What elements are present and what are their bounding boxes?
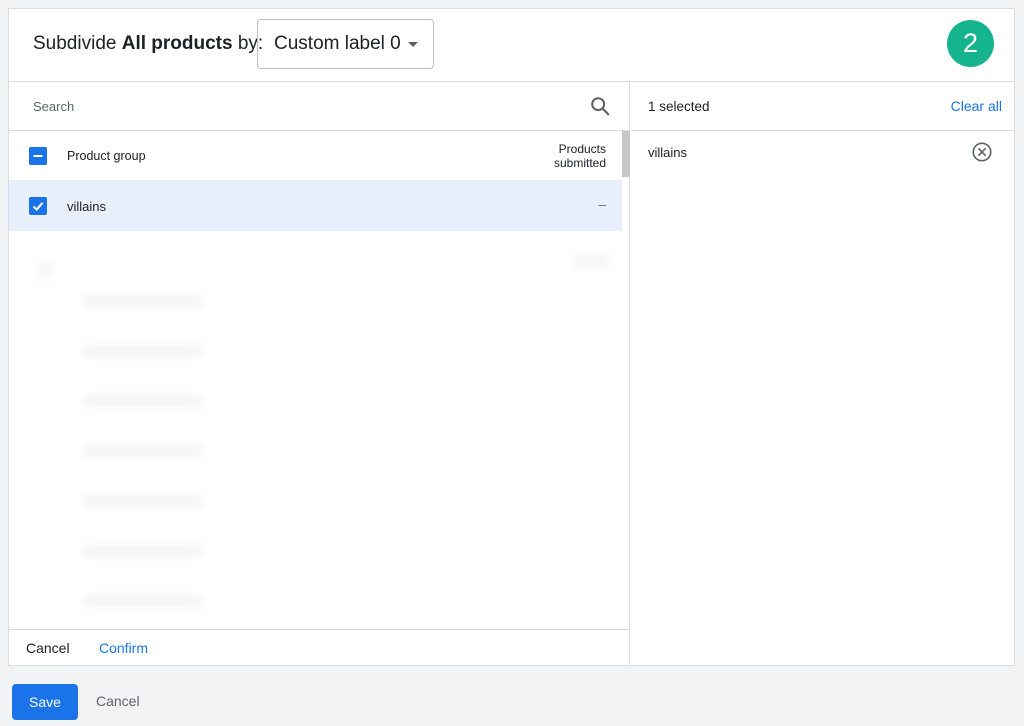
panel-footer: Cancel Confirm: [9, 629, 629, 666]
blurred-rows: [21, 242, 621, 626]
cancel-button[interactable]: Cancel: [96, 693, 140, 709]
title-scope: All products: [121, 33, 233, 54]
table-row[interactable]: villains –: [9, 181, 622, 231]
subdivide-dialog: Subdivide All products by: Custom label …: [8, 8, 1015, 666]
save-button[interactable]: Save: [12, 684, 78, 720]
indeterminate-icon: [33, 155, 43, 157]
dialog-header: Subdivide All products by: Custom label …: [9, 9, 1014, 82]
panel-cancel-button[interactable]: Cancel: [26, 640, 70, 656]
dropdown-selected-value: Custom label 0: [274, 33, 401, 54]
selection-panel: 1 selected Clear all villains: [631, 82, 1015, 666]
subdivide-by-dropdown[interactable]: Custom label 0: [257, 19, 434, 69]
search-input[interactable]: [33, 95, 573, 117]
scrollbar-thumb[interactable]: [622, 131, 630, 177]
selected-count: 1 selected: [648, 99, 710, 114]
column-header-product-group[interactable]: Product group: [67, 149, 146, 163]
row-checkbox[interactable]: [29, 197, 47, 215]
checkmark-icon: [32, 202, 44, 211]
remove-circle-icon[interactable]: [971, 141, 993, 163]
product-group-panel: Product group Products submitted villain…: [9, 82, 630, 666]
row-label: villains: [67, 199, 107, 214]
step-badge: 2: [947, 20, 994, 67]
selected-item: villains: [648, 145, 688, 160]
caret-down-icon: [408, 42, 418, 47]
search-bar: [9, 82, 629, 131]
search-icon[interactable]: [589, 95, 611, 117]
page-title: Subdivide All products by:: [33, 33, 264, 54]
selection-header: 1 selected Clear all: [631, 82, 1015, 131]
table-header: Product group Products submitted: [9, 131, 622, 181]
row-products-value: –: [598, 197, 606, 212]
column-header-products-submitted[interactable]: Products submitted: [516, 142, 606, 170]
confirm-button[interactable]: Confirm: [99, 640, 148, 656]
clear-all-button[interactable]: Clear all: [951, 98, 1002, 114]
select-all-checkbox[interactable]: [29, 147, 47, 165]
